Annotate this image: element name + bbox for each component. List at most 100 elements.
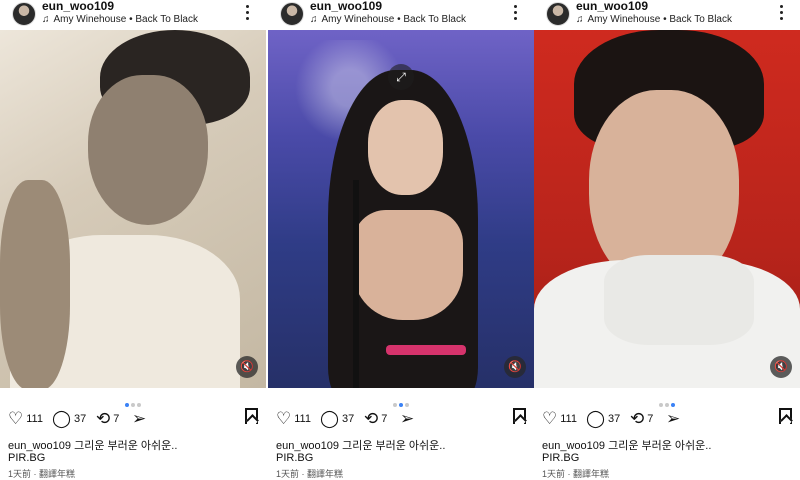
comment-count: 37	[608, 413, 621, 425]
caption: eun_woo109 그리운 부러운 아쉬운..	[8, 437, 263, 453]
share-button[interactable]: ➢	[132, 408, 149, 430]
timestamp: 1天前	[542, 469, 566, 479]
music-note-icon: ♫	[310, 14, 318, 25]
turtleneck-shape	[604, 255, 754, 345]
share-button[interactable]: ➢	[666, 408, 683, 430]
carousel-dot	[399, 403, 403, 407]
mute-icon[interactable]: 🔇	[236, 356, 258, 378]
repost-count: 7	[647, 413, 654, 425]
translate-link[interactable]: 翻譯年糕	[39, 469, 75, 479]
post-media[interactable]: 🔇	[0, 30, 266, 388]
share-icon: ➢	[666, 409, 681, 428]
face-shape	[368, 100, 443, 195]
carousel-dots	[0, 394, 266, 407]
mute-icon[interactable]: 🔇	[770, 356, 792, 378]
post-meta: 1天前 · 翻譯年糕	[8, 469, 76, 479]
heart-icon: ♡	[8, 409, 24, 428]
carousel-dot	[125, 403, 129, 407]
post-header: eun_woo109 ♫ Amy Winehouse • Back To Blac…	[10, 0, 260, 30]
caption-text: 그리운 부러운 아쉬운..	[608, 440, 712, 452]
link-text[interactable]: PIR.BG	[276, 452, 313, 464]
carousel-dot	[137, 403, 141, 407]
post-media[interactable]: ⤢ 🔇	[268, 30, 534, 388]
feed: eun_woo109 ♫ Amy Winehouse • Back To Blac…	[0, 0, 800, 480]
post-meta: 1天前 · 翻譯年糕	[542, 469, 610, 479]
username[interactable]: eun_woo109	[42, 0, 114, 13]
carousel-dot	[393, 403, 397, 407]
carousel-dots	[534, 394, 800, 407]
belt-shape	[386, 345, 466, 355]
post-card: eun_woo109 ♫ Amy Winehouse • Back To Blac…	[0, 0, 266, 480]
post-card: eun_woo109 ♫ Amy Winehouse • Back To Blac…	[534, 0, 800, 480]
post-header: eun_woo109 ♫ Amy Winehouse • Back To Blac…	[544, 0, 794, 30]
song-info[interactable]: ♫ Amy Winehouse • Back To Black	[310, 14, 466, 25]
song-info[interactable]: ♫ Amy Winehouse • Back To Black	[576, 14, 732, 25]
bookmark-icon[interactable]	[779, 408, 792, 424]
post-card: eun_woo109 ♫ Amy Winehouse • Back To Blac…	[268, 0, 534, 480]
carousel-dot	[659, 403, 663, 407]
more-options-icon[interactable]	[240, 2, 254, 22]
repost-icon: ⟲	[630, 409, 645, 428]
comment-icon: ◯	[52, 409, 72, 428]
link-text[interactable]: PIR.BG	[542, 452, 579, 464]
comment-icon: ◯	[320, 409, 340, 428]
carousel-dot	[665, 403, 669, 407]
post-header: eun_woo109 ♫ Amy Winehouse • Back To Blac…	[278, 0, 528, 30]
carousel-dot	[131, 403, 135, 407]
avatar[interactable]	[546, 2, 570, 26]
more-options-icon[interactable]	[774, 2, 788, 22]
bookmark-icon[interactable]	[513, 408, 526, 424]
caption-text: 그리운 부러운 아쉬운..	[342, 440, 446, 452]
action-bar: ♡ 111 ◯ 37 ⟲ 7 ➢	[8, 408, 258, 430]
repost-button[interactable]: ⟲ 7	[96, 408, 119, 430]
like-button[interactable]: ♡ 111	[542, 408, 577, 430]
repost-button[interactable]: ⟲ 7	[364, 408, 387, 430]
like-count: 111	[560, 413, 577, 425]
action-bar: ♡ 111 ◯ 37 ⟲ 7 ➢	[542, 408, 792, 430]
heart-icon: ♡	[542, 409, 558, 428]
translate-link[interactable]: 翻譯年糕	[573, 469, 609, 479]
username[interactable]: eun_woo109	[576, 0, 648, 13]
avatar[interactable]	[280, 2, 304, 26]
share-icon: ➢	[132, 409, 147, 428]
post-media[interactable]: 🔇	[534, 30, 800, 388]
song-label: Amy Winehouse • Back To Black	[321, 14, 467, 25]
carousel-dot	[405, 403, 409, 407]
arm-shape	[0, 180, 70, 388]
song-label: Amy Winehouse • Back To Black	[53, 14, 199, 25]
link-text[interactable]: PIR.BG	[8, 452, 45, 464]
comment-icon: ◯	[586, 409, 606, 428]
like-count: 111	[294, 413, 311, 425]
heart-icon: ♡	[276, 409, 292, 428]
caption-user[interactable]: eun_woo109	[8, 440, 71, 452]
translate-link[interactable]: 翻譯年糕	[307, 469, 343, 479]
repost-icon: ⟲	[364, 409, 379, 428]
avatar[interactable]	[12, 2, 36, 26]
comment-button[interactable]: ◯ 37	[320, 408, 354, 430]
comment-count: 37	[342, 413, 355, 425]
music-note-icon: ♫	[42, 14, 50, 25]
caption: eun_woo109 그리운 부러운 아쉬운..	[542, 437, 797, 453]
like-button[interactable]: ♡ 111	[8, 408, 43, 430]
song-info[interactable]: ♫ Amy Winehouse • Back To Black	[42, 14, 198, 25]
share-button[interactable]: ➢	[400, 408, 417, 430]
caption: eun_woo109 그리운 부러운 아쉬운..	[276, 437, 531, 453]
more-options-icon[interactable]	[508, 2, 522, 22]
bookmark-icon[interactable]	[245, 408, 258, 424]
share-icon: ➢	[400, 409, 415, 428]
username[interactable]: eun_woo109	[310, 0, 382, 13]
comment-button[interactable]: ◯ 37	[586, 408, 620, 430]
caption-text: 그리운 부러운 아쉬운..	[74, 440, 178, 452]
caption-user[interactable]: eun_woo109	[276, 440, 339, 452]
like-button[interactable]: ♡ 111	[276, 408, 311, 430]
action-bar: ♡ 111 ◯ 37 ⟲ 7 ➢	[276, 408, 526, 430]
caption-user[interactable]: eun_woo109	[542, 440, 605, 452]
repost-button[interactable]: ⟲ 7	[630, 408, 653, 430]
expand-icon[interactable]: ⤢	[388, 64, 414, 90]
comment-button[interactable]: ◯ 37	[52, 408, 86, 430]
mute-icon[interactable]: 🔇	[504, 356, 526, 378]
comment-count: 37	[74, 413, 87, 425]
carousel-dots	[268, 394, 534, 407]
music-note-icon: ♫	[576, 14, 584, 25]
repost-count: 7	[381, 413, 388, 425]
